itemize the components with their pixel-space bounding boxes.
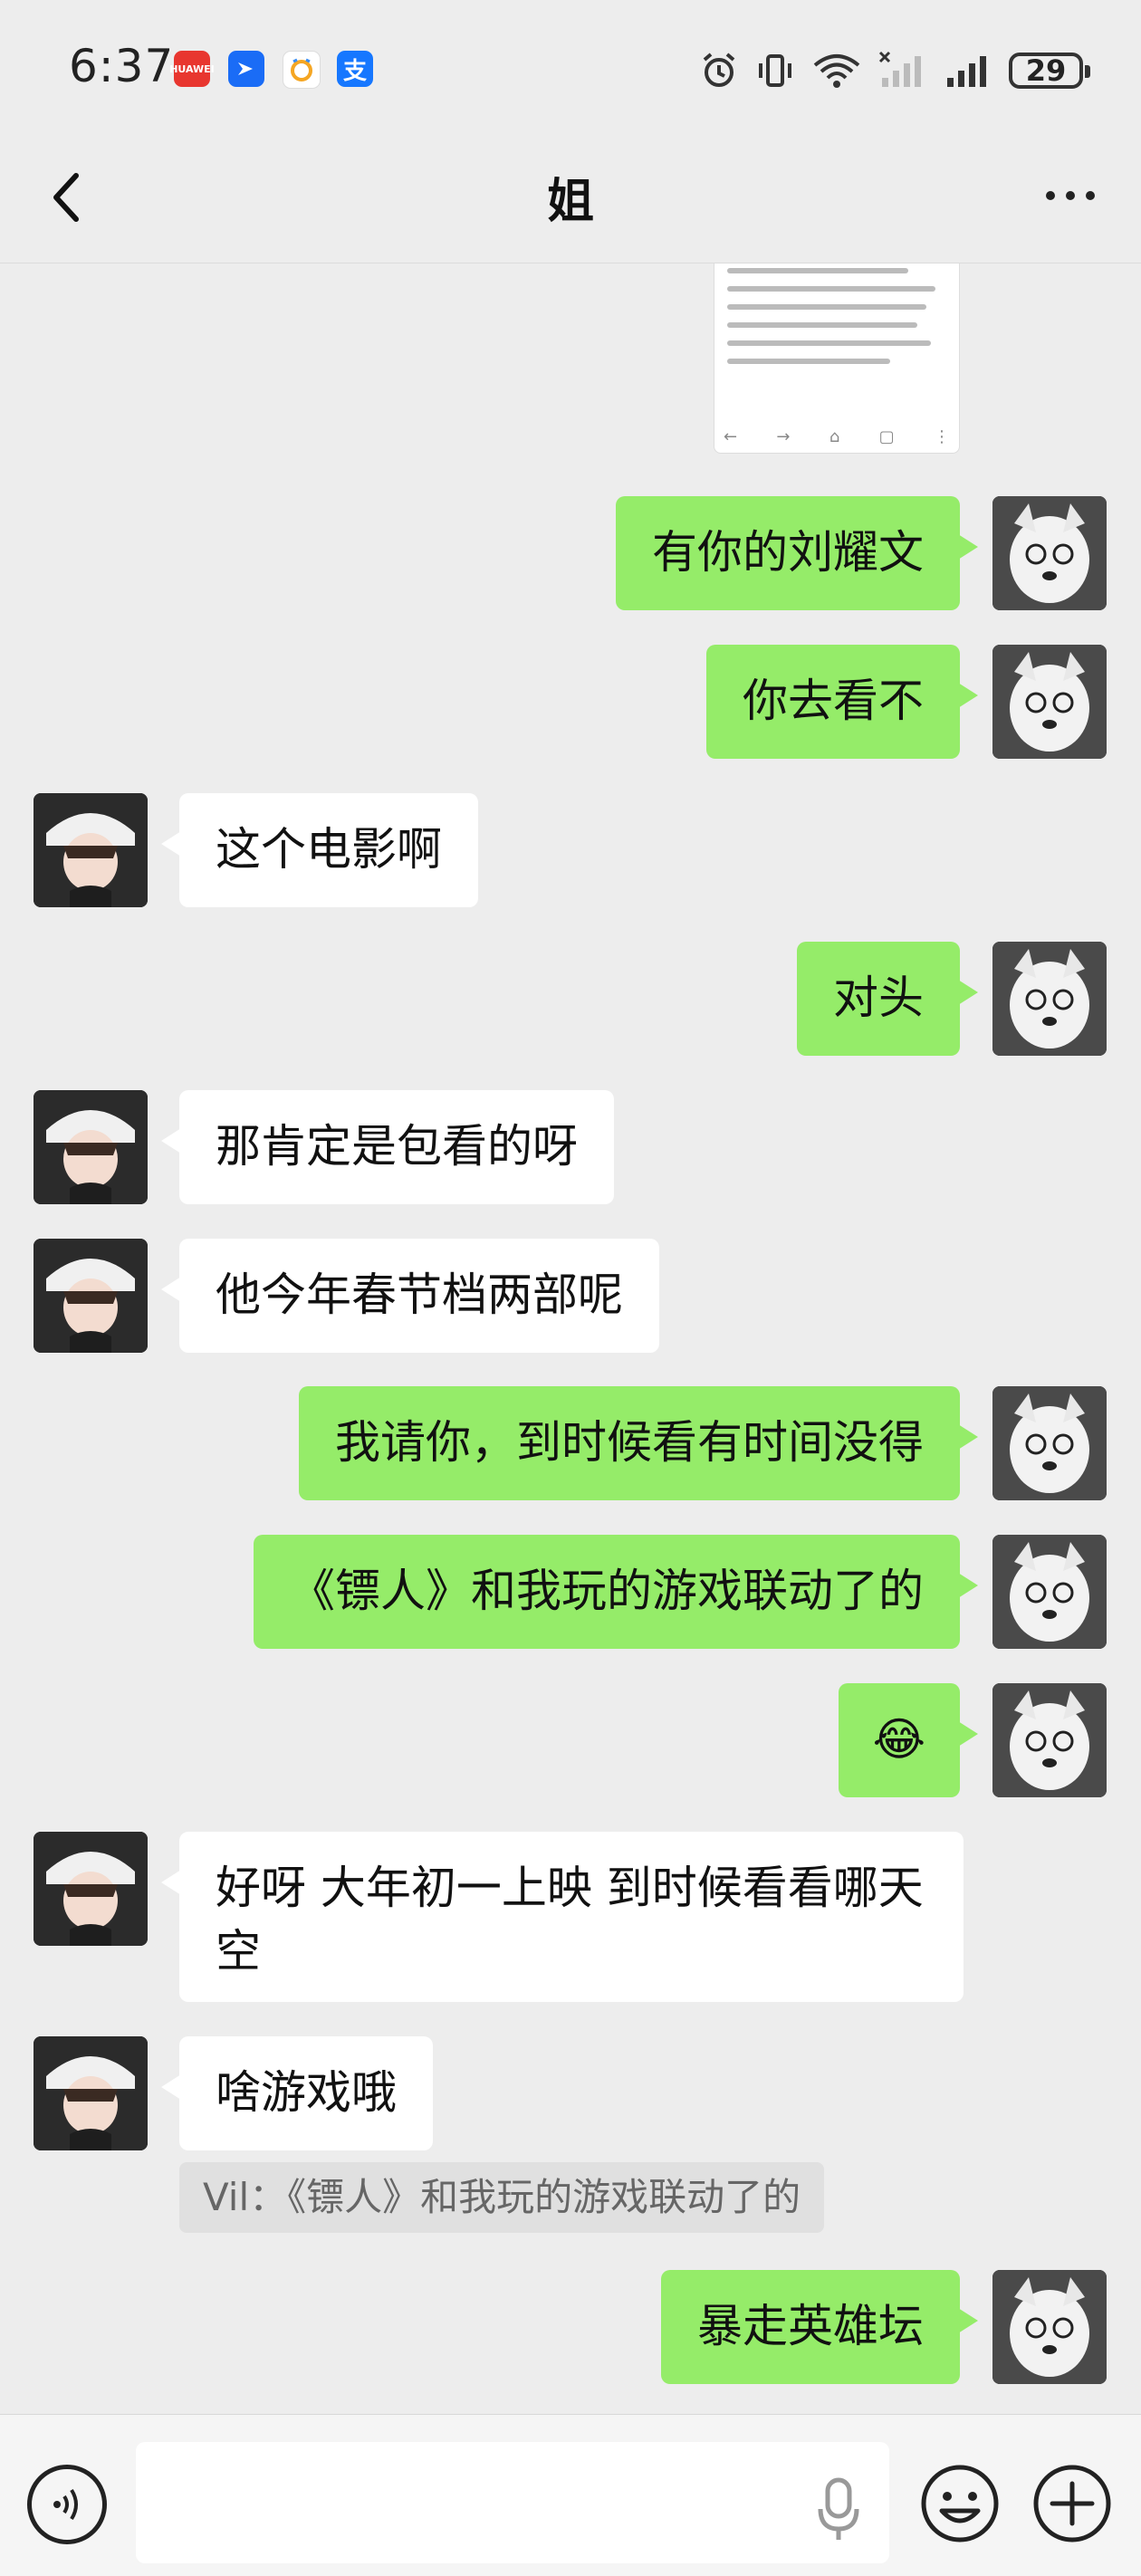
my-avatar[interactable] [992, 2270, 1107, 2384]
my-avatar[interactable] [992, 645, 1107, 759]
incoming-message-bubble[interactable]: 他今年春节档两部呢 [161, 1239, 659, 1353]
battery-level: 29 [1025, 53, 1067, 88]
outgoing-emoji-bubble[interactable]: 😂 [838, 1683, 979, 1797]
message-row: 《镖人》和我玩的游戏联动了的 [0, 1535, 1141, 1649]
contact-avatar[interactable] [34, 2036, 148, 2150]
wifi-icon [813, 54, 860, 88]
message-row: 有你的刘耀文 [0, 496, 1141, 610]
alipay-icon: 支 [337, 51, 373, 87]
microphone-icon[interactable] [811, 2473, 866, 2545]
signal-strong-icon [947, 56, 986, 87]
outgoing-message-bubble[interactable]: 对头 [797, 942, 978, 1056]
message-list[interactable]: ←→⌂▢⋮ 有你的刘耀文 你去看不 这个电影啊 对头 那肯定是包看的呀 [0, 263, 1141, 2414]
message-row: 😂 [0, 1683, 1141, 1797]
contact-avatar[interactable] [34, 1239, 148, 1353]
voice-mode-button[interactable] [27, 2465, 107, 2544]
outgoing-message-bubble[interactable]: 你去看不 [706, 645, 978, 759]
incoming-message-bubble[interactable]: 那肯定是包看的呀 [161, 1090, 614, 1204]
contact-avatar[interactable] [34, 1090, 148, 1204]
signal-weak-icon [878, 51, 921, 87]
add-attachment-button[interactable] [1031, 2462, 1114, 2545]
feishu-icon [228, 51, 264, 87]
message-row: 对头 [0, 942, 1141, 1056]
message-row: 你去看不 [0, 645, 1141, 759]
outgoing-message-bubble[interactable]: 暴走英雄坛 [661, 2270, 978, 2384]
system-icons: 29 [699, 45, 1090, 96]
voice-waves-icon [53, 2488, 78, 2521]
message-row: 好呀 大年初一上映 到时候看看哪天空 [0, 1832, 1141, 2002]
more-options-icon[interactable] [1034, 168, 1107, 223]
alarm-app-icon [283, 51, 321, 89]
message-input[interactable] [136, 2442, 889, 2563]
image-message-thumbnail[interactable]: ← → ⌂ ▢ ⋮ [714, 263, 960, 454]
incoming-message-bubble[interactable]: 好呀 大年初一上映 到时候看看哪天空 [161, 1832, 964, 2002]
my-avatar[interactable] [992, 1535, 1107, 1649]
outgoing-message-bubble[interactable]: 我请你，到时候看有时间没得 [299, 1386, 978, 1500]
thumbnail-nav-bar: ← → ⌂ ▢ ⋮ [724, 427, 950, 446]
huawei-appgallery-icon: HUAWEI [169, 51, 215, 87]
chat-title: 姐 [546, 175, 594, 229]
contact-avatar[interactable] [34, 793, 148, 907]
message-row: 我请你，到时候看有时间没得 [0, 1386, 1141, 1500]
contact-avatar[interactable] [34, 1832, 148, 1946]
battery-indicator: 29 [1009, 53, 1090, 89]
message-row: 他今年春节档两部呢 [0, 1239, 1141, 1353]
chat-header: 姐 [0, 136, 1141, 263]
message-row: 暴走英雄坛 [0, 2270, 1141, 2384]
incoming-message-bubble[interactable]: 啥游戏哦 [161, 2036, 433, 2150]
my-avatar[interactable] [992, 496, 1107, 610]
message-row: 啥游戏哦 [0, 2036, 1141, 2150]
vibrate-icon [759, 54, 791, 87]
my-avatar[interactable] [992, 942, 1107, 1056]
status-bar: 6:37 HUAWEI 支 29 [0, 0, 1141, 136]
quoted-message[interactable]: Vil：《镖人》和我玩的游戏联动了的 [179, 2162, 825, 2233]
my-avatar[interactable] [992, 1386, 1107, 1500]
status-time: 6:37 [69, 40, 175, 92]
message-row: 这个电影啊 [0, 793, 1141, 907]
outgoing-message-bubble[interactable]: 有你的刘耀文 [616, 496, 978, 610]
outgoing-message-bubble[interactable]: 《镖人》和我玩的游戏联动了的 [254, 1535, 978, 1649]
incoming-message-bubble[interactable]: 这个电影啊 [161, 793, 478, 907]
my-avatar[interactable] [992, 1683, 1107, 1797]
alarm-icon [703, 53, 735, 87]
message-row: 那肯定是包看的呀 [0, 1090, 1141, 1204]
input-bar [0, 2414, 1141, 2576]
emoji-button[interactable] [918, 2462, 1002, 2545]
